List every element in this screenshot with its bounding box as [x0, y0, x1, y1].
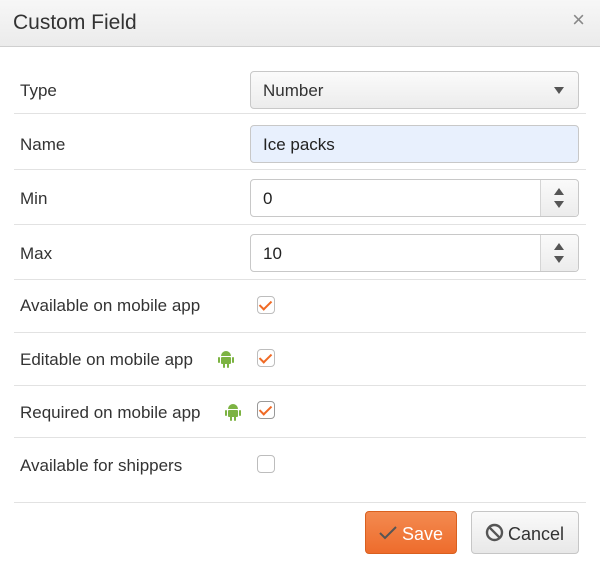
cancel-label: Cancel [508, 524, 565, 544]
chevron-down-icon [554, 87, 564, 94]
stepper-down-icon[interactable] [554, 256, 564, 263]
name-input[interactable]: Ice packs [250, 125, 579, 163]
min-label: Min [20, 189, 48, 208]
android-icon [218, 351, 234, 368]
option-row-shippers: Available for shippers [14, 438, 586, 503]
stepper-up-icon[interactable] [554, 188, 564, 195]
dialog-title: Custom Field [13, 11, 137, 34]
max-input[interactable]: 10 [250, 234, 579, 272]
max-input-value: 10 [263, 244, 282, 263]
option-label: Available for shippers [20, 456, 183, 475]
option-label: Available on mobile app [20, 296, 201, 315]
cancel-button[interactable]: Cancel [471, 511, 579, 554]
editable-mobile-checkbox[interactable] [257, 349, 275, 367]
option-row-required-mobile: Required on mobile app [14, 386, 586, 438]
check-icon [258, 402, 273, 416]
available-mobile-checkbox[interactable] [257, 296, 275, 314]
name-input-value: Ice packs [263, 135, 335, 154]
type-select[interactable]: Number [250, 71, 579, 109]
max-stepper[interactable] [540, 235, 578, 271]
option-label: Required on mobile app [20, 403, 201, 422]
stepper-down-icon[interactable] [554, 201, 564, 208]
check-icon [379, 526, 397, 540]
min-input[interactable]: 0 [250, 179, 579, 217]
dialog-header: Custom Field × [0, 0, 600, 47]
shippers-checkbox[interactable] [257, 455, 275, 473]
save-button[interactable]: Save [365, 511, 457, 554]
min-stepper[interactable] [540, 180, 578, 216]
android-icon [225, 404, 241, 421]
type-label: Type [20, 81, 57, 100]
save-label: Save [402, 524, 444, 544]
ban-icon [485, 523, 504, 542]
close-icon[interactable]: × [572, 9, 585, 31]
option-label: Editable on mobile app [20, 350, 193, 369]
check-icon [258, 297, 273, 311]
stepper-up-icon[interactable] [554, 243, 564, 250]
name-label: Name [20, 135, 66, 154]
required-mobile-checkbox[interactable] [257, 401, 275, 419]
type-select-value: Number [263, 81, 324, 100]
min-input-value: 0 [263, 189, 273, 208]
option-row-available-mobile: Available on mobile app [14, 280, 586, 333]
max-label: Max [20, 244, 53, 263]
check-icon [258, 350, 273, 364]
option-row-editable-mobile: Editable on mobile app [14, 333, 586, 386]
